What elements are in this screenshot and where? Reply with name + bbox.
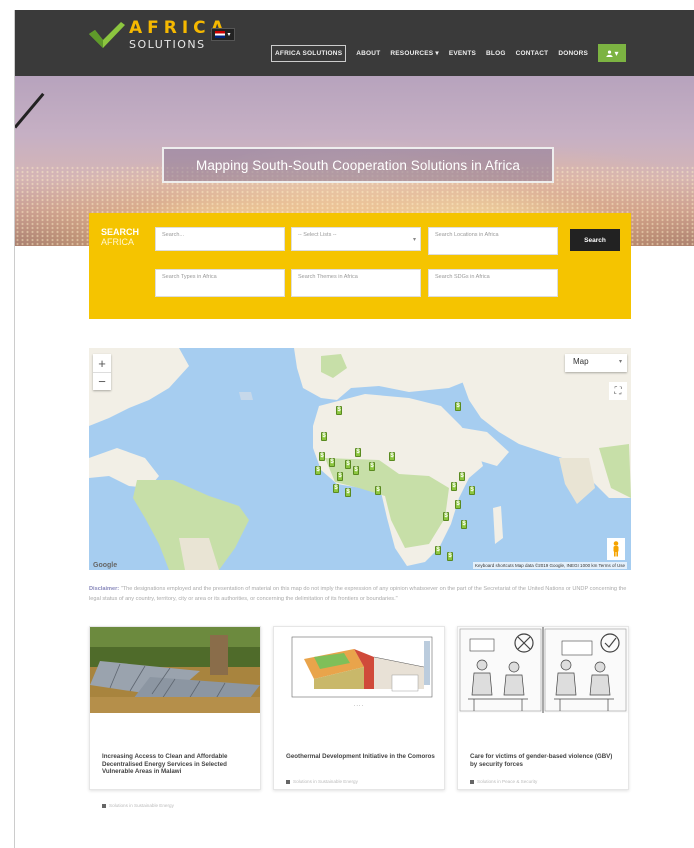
map-type-value: Map [573, 357, 589, 366]
user-menu-button[interactable]: ▾ [598, 44, 627, 62]
solution-pin[interactable]: $ [345, 460, 351, 469]
solution-pin[interactable]: $ [455, 402, 461, 411]
google-logo: Google [93, 562, 118, 569]
card-title[interactable]: Geothermal Development Initiative in the… [286, 753, 436, 761]
pegman-icon [613, 541, 619, 557]
nav-africa-solutions[interactable]: AFRICA SOLUTIONS [271, 44, 347, 62]
solution-pin[interactable]: $ [315, 466, 321, 475]
solution-pin[interactable]: $ [353, 466, 359, 475]
user-icon [605, 49, 613, 57]
fullscreen-icon: ⛶ [614, 385, 622, 397]
solution-pin[interactable]: $ [389, 452, 395, 461]
hero-wire-decoration [15, 92, 45, 129]
card-meta: Solutions in Sustainable Energy [286, 779, 358, 784]
disclaimer-text: "The designations employed and the prese… [89, 586, 627, 602]
solution-pin[interactable]: $ [355, 448, 361, 457]
nav-resources[interactable]: RESOURCES ▾ [390, 49, 438, 57]
gbv-illustration-image [458, 627, 628, 713]
category-select[interactable]: -- Select Lists -- ▾ [291, 227, 421, 251]
folder-icon [286, 779, 290, 784]
nav-blog[interactable]: BLOG [486, 50, 506, 57]
site-logo[interactable]: AFRICA SOLUTIONS [89, 20, 229, 50]
flag-icon [215, 31, 226, 38]
fullscreen-button[interactable]: ⛶ [609, 382, 627, 400]
solution-pin[interactable]: $ [459, 472, 465, 481]
search-label-line2: AFRICA [101, 236, 135, 247]
search-panel-label: SEARCH AFRICA [101, 227, 139, 248]
solution-pin[interactable]: $ [329, 458, 335, 467]
folder-icon [470, 779, 474, 784]
main-nav: AFRICA SOLUTIONS ABOUT RESOURCES ▾ EVENT… [271, 44, 627, 62]
card-title[interactable]: Increasing Access to Clean and Affordabl… [102, 753, 252, 776]
solution-pin[interactable]: $ [455, 500, 461, 509]
nav-contact[interactable]: CONTACT [516, 50, 549, 57]
solution-pin[interactable]: $ [469, 486, 475, 495]
search-button[interactable]: Search [570, 229, 620, 251]
solution-pin[interactable]: $ [435, 546, 441, 555]
checkmark-icon [89, 20, 125, 50]
solution-pin[interactable]: $ [443, 512, 449, 521]
solution-pin[interactable]: $ [447, 552, 453, 561]
caret-down-icon: ▾ [227, 32, 231, 38]
solution-pin[interactable]: $ [375, 486, 381, 495]
solution-pin[interactable]: $ [319, 452, 325, 461]
solutions-map[interactable]: $ $ $ $ $ $ $ $ $ $ $ $ $ $ $ $ $ $ $ $ … [89, 348, 631, 570]
zoom-in-button[interactable]: + [93, 354, 111, 372]
map-zoom-control: + − [93, 354, 111, 390]
chevron-down-icon: ▾ [412, 237, 416, 243]
map-type-select[interactable]: Map ▾ [565, 354, 627, 372]
disclaimer-lead: Disclaimer: [89, 586, 120, 592]
card-category: Solutions in Sustainable Energy [293, 779, 358, 784]
solution-pin[interactable]: $ [451, 482, 457, 491]
site-header: AFRICA SOLUTIONS ▾ AFRICA SOLUTIONS ABOU… [15, 10, 694, 76]
nav-events[interactable]: EVENTS [449, 50, 476, 57]
types-search-input[interactable]: Search Types in Africa [155, 269, 285, 297]
nav-about[interactable]: ABOUT [356, 50, 380, 57]
solution-pin[interactable]: $ [369, 462, 375, 471]
solution-card[interactable]: Care for victims of gender-based violenc… [457, 626, 629, 790]
category-select-value: -- Select Lists -- [298, 232, 337, 238]
user-menu-caret: ▾ [614, 48, 619, 58]
solution-pin[interactable]: $ [461, 520, 467, 529]
folder-icon [102, 803, 106, 808]
search-panel: SEARCH AFRICA Search... -- Select Lists … [89, 213, 631, 319]
map-attribution[interactable]: Keyboard shortcuts Map data ©2019 Google… [472, 562, 627, 569]
svg-text:· · · ·: · · · · [354, 703, 363, 708]
location-search-input[interactable]: Search Locations in Africa [428, 227, 558, 255]
solution-pin[interactable]: $ [321, 432, 327, 441]
solution-pin[interactable]: $ [345, 488, 351, 497]
card-meta: Solutions in Sustainable Energy [102, 803, 174, 808]
zoom-out-button[interactable]: − [93, 372, 111, 390]
street-view-pegman[interactable] [607, 538, 625, 560]
solution-card[interactable]: Increasing Access to Clean and Affordabl… [89, 626, 261, 808]
map-disclaimer: Disclaimer: "The designations employed a… [89, 584, 629, 604]
hero-title: Mapping South-South Cooperation Solution… [162, 147, 554, 183]
solution-pin[interactable]: $ [336, 406, 342, 415]
card-category: Solutions in Peace & Security [477, 779, 538, 784]
page: AFRICA SOLUTIONS ▾ AFRICA SOLUTIONS ABOU… [14, 10, 694, 848]
solution-pin[interactable]: $ [333, 484, 339, 493]
solution-card[interactable]: · · · · Geothermal Development Initiativ… [273, 626, 445, 790]
card-meta: Solutions in Peace & Security [470, 779, 537, 784]
card-category: Solutions in Sustainable Energy [109, 803, 174, 808]
card-title[interactable]: Care for victims of gender-based violenc… [470, 753, 620, 768]
chevron-down-icon: ▾ [618, 359, 622, 365]
keyword-search-input[interactable]: Search... [155, 227, 285, 251]
themes-search-input[interactable]: Search Themes in Africa [291, 269, 421, 297]
solution-pin[interactable]: $ [337, 472, 343, 481]
map-canvas [89, 348, 631, 570]
language-selector[interactable]: ▾ [211, 28, 235, 41]
nav-donors[interactable]: DONORS [558, 50, 588, 57]
sdgs-search-input[interactable]: Search SDGs in Africa [428, 269, 558, 297]
geothermal-chart-image: · · · · [274, 627, 444, 713]
solar-panels-image [90, 627, 260, 713]
